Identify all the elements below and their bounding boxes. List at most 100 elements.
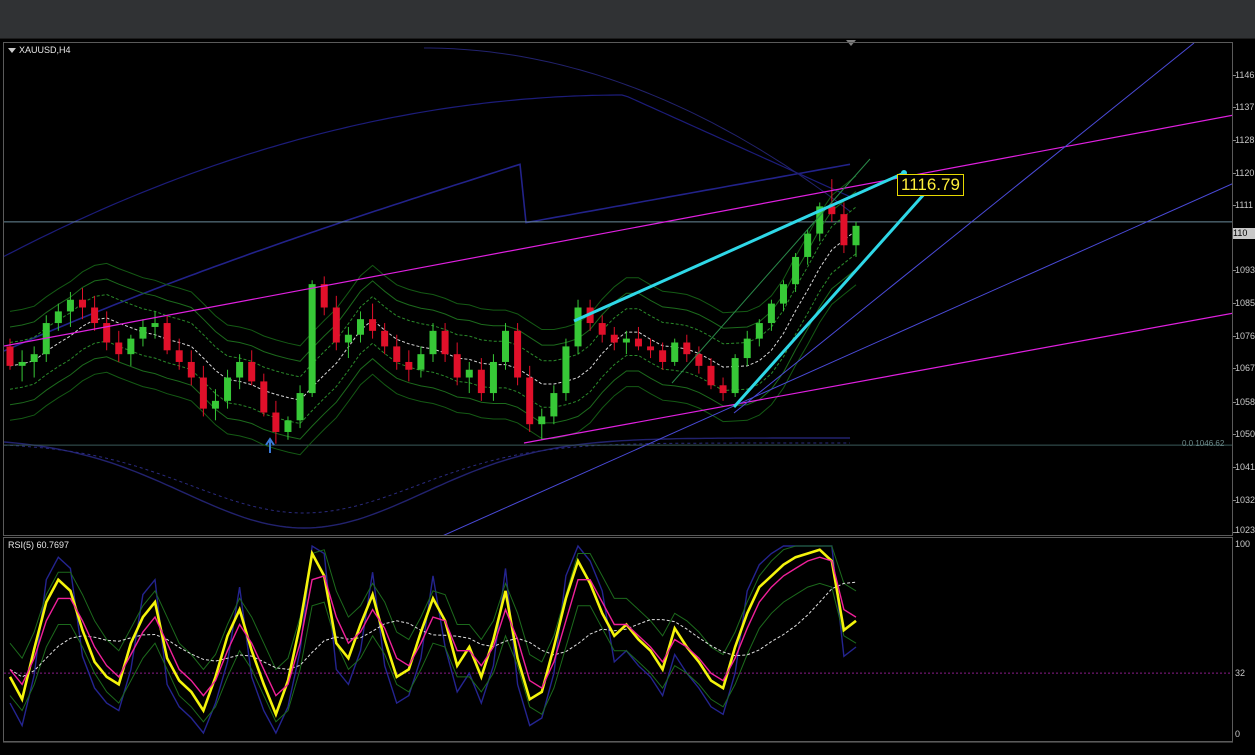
candle-body (272, 412, 280, 432)
axis-label: 1067 (1235, 363, 1255, 373)
axis-label: 1111 (1235, 200, 1254, 210)
axis-label: 1128 (1235, 135, 1255, 145)
rsi-band-lower (9, 582, 857, 723)
fibonacci-level-label: 0.0 1046.62 (1182, 439, 1225, 448)
ma-channel-lower (4, 94, 851, 257)
middle-average-line (9, 230, 857, 401)
candle-body (659, 350, 667, 362)
candle-body (127, 338, 135, 355)
candle-body (634, 338, 642, 347)
rsi-axis[interactable]: 100 32 0 (1233, 537, 1255, 742)
symbol-title: XAUUSD,H4 (8, 45, 71, 55)
cyan-trendline-upper (573, 171, 905, 323)
candle-body (598, 323, 606, 335)
candle-body (502, 330, 510, 362)
axis-label: 1085 (1235, 298, 1255, 308)
candle-body (115, 342, 123, 355)
candle-body (574, 307, 582, 347)
candle-body (308, 284, 316, 394)
candle-body (743, 338, 751, 359)
candle-body (320, 284, 328, 308)
candle-body (526, 377, 534, 425)
candle-body (236, 361, 244, 378)
axis-label: 1076 (1235, 331, 1255, 341)
price-pane[interactable]: XAUUSD,H4 1116.79 0.0 1046.62 (3, 42, 1233, 536)
ma-channel-top-curve (424, 47, 851, 212)
candle-body (550, 393, 558, 417)
axis-label: 1050 (1235, 429, 1255, 439)
candle-body (647, 346, 655, 351)
candle-body (91, 307, 99, 324)
candle-body (163, 323, 171, 351)
axis-label: 1137 (1235, 102, 1255, 112)
candle-body (344, 334, 352, 343)
axis-label: 0 (1235, 729, 1241, 739)
chart-window[interactable]: XAUUSD,H4 1116.79 0.0 1046.62 1146 1137 … (0, 40, 1255, 755)
candle-body (199, 377, 207, 409)
candle-body (429, 330, 437, 355)
axis-label: 32 (1235, 668, 1246, 678)
rsi-band-upper (9, 545, 857, 671)
green-thin-line (671, 158, 871, 384)
candle-body (852, 225, 860, 246)
candle-body (804, 233, 812, 257)
top-toolbar (0, 0, 1255, 39)
rsi-navy-line (9, 544, 857, 735)
axis-label: 1023 (1235, 525, 1255, 535)
candle-body (356, 319, 364, 335)
axis-label: 1058 (1235, 397, 1255, 407)
rsi-chart-svg[interactable] (4, 538, 1233, 742)
candle-body (538, 416, 546, 425)
candle-body (731, 358, 739, 394)
candle-body (792, 256, 800, 285)
candle-body (66, 299, 74, 312)
current-price-marker: 110 (1233, 228, 1255, 239)
dropdown-triangle-icon[interactable] (8, 48, 16, 54)
candle-body (6, 346, 14, 366)
candle-body (151, 323, 159, 327)
axis-label: 1120 (1235, 168, 1255, 178)
candle-body (562, 346, 570, 394)
candle-body (18, 361, 26, 366)
candle-body (453, 354, 461, 378)
candle-body (175, 350, 183, 362)
candle-body (224, 377, 232, 401)
candle-body (332, 307, 340, 343)
axis-label: 1032 (1235, 495, 1255, 505)
candle-body (139, 326, 147, 339)
candle-body (671, 342, 679, 362)
candle-body (767, 303, 775, 324)
price-axis[interactable]: 1146 1137 1128 1120 1111 110 1093 1085 1… (1233, 42, 1255, 536)
candle-body (514, 330, 522, 378)
axis-label: 1093 (1235, 265, 1255, 275)
candle-body (187, 361, 195, 378)
band-line (9, 175, 857, 347)
candle-body (683, 342, 691, 355)
candle-body (79, 299, 87, 308)
bottom-strip (3, 742, 1233, 755)
candle-body (441, 330, 449, 355)
candle-body (489, 361, 497, 394)
candle-body (393, 346, 401, 362)
magenta-trendline-upper (4, 114, 1232, 347)
blue-channel-line-upper (733, 43, 1195, 414)
price-label-tag[interactable]: 1116.79 (897, 174, 964, 196)
axis-label: 100 (1235, 539, 1251, 549)
ma-channel-bottom-dashed (4, 442, 850, 514)
candle-body (622, 338, 630, 343)
rsi-title: RSI(5) 60.7697 (8, 540, 70, 550)
candle-body (719, 385, 727, 394)
candle-body (260, 381, 268, 413)
rsi-line (8, 548, 857, 718)
candle-body (840, 214, 848, 246)
candle-body (465, 369, 473, 378)
candle-body (405, 361, 413, 370)
candle-body (779, 284, 787, 304)
rsi-pane[interactable]: RSI(5) 60.7697 (3, 537, 1233, 742)
candle-body (284, 420, 292, 432)
candle-body (610, 334, 618, 343)
ma-channel-bottom (4, 437, 850, 529)
candle-body (54, 311, 62, 324)
axis-label: 1041 (1235, 462, 1255, 472)
price-chart-svg[interactable] (4, 43, 1233, 536)
